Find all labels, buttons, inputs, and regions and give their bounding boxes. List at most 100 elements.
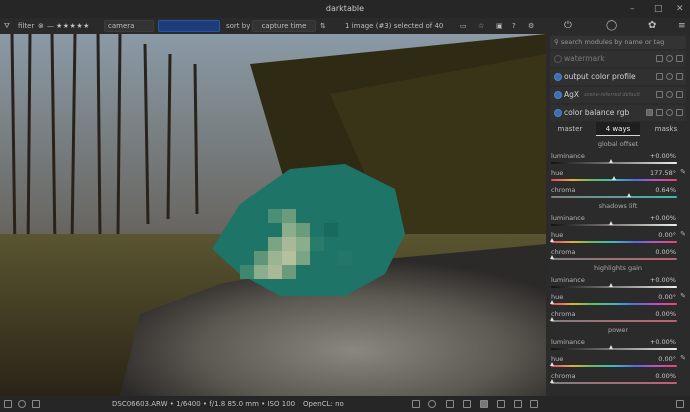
gamut-check-icon[interactable] [497,400,505,408]
slider-marker[interactable] [550,379,554,383]
slider-value: 0.00% [655,310,676,318]
module-power-icon[interactable] [554,91,562,99]
module-name: color balance rgb [564,108,630,117]
circle-icon[interactable]: ◯ [606,18,617,34]
color-picker-icon[interactable]: ✎ [680,230,686,238]
close-icon[interactable]: ✕ [676,0,684,18]
reset-icon[interactable] [666,55,673,62]
slider-marker[interactable] [550,362,554,366]
color-assessment-icon[interactable] [428,400,436,408]
slider-marker[interactable] [609,159,613,163]
slider-marker[interactable] [550,238,554,242]
slider-global-chroma[interactable]: chroma 0.64% [551,185,682,201]
slider-power-hue[interactable]: hue 0.00° ✎ [550,354,686,370]
overlay-icon[interactable]: ▭ [460,18,467,34]
module-watermark[interactable]: watermark [550,51,686,67]
mask-icon[interactable] [646,109,653,116]
multi-instance-icon[interactable] [656,73,663,80]
slider-shadows-chroma[interactable]: chroma 0.00% [550,247,682,263]
camera-value-field[interactable] [158,20,220,32]
module-color-balance-rgb[interactable]: color balance rgb [550,105,686,121]
minimize-icon[interactable]: – [630,0,635,18]
settings-gear-icon[interactable]: ⚙ [528,18,534,34]
tab-master[interactable]: master [550,122,590,136]
reject-icon[interactable]: ⊗ [38,18,44,34]
color-picker-icon[interactable]: ✎ [680,292,686,300]
power-icon[interactable]: ⏻ [564,18,572,34]
raw-overexposed-icon[interactable] [446,400,454,408]
preferences-icon[interactable]: ▣ [496,18,503,34]
module-power-icon[interactable] [554,55,562,63]
slider-global-luminance[interactable]: luminance +0.00% [551,151,682,167]
slider-highlights-luminance[interactable]: luminance +0.00% [551,275,682,291]
filter-icon[interactable]: ⛛ [4,18,10,34]
slider-value: 0.00% [655,248,676,256]
module-agx[interactable]: AgX scene-referred default [550,87,686,103]
snapshot-icon[interactable] [32,400,40,408]
slider-power-luminance[interactable]: luminance +0.00% [551,337,682,353]
focus-peaking-icon[interactable] [412,400,420,408]
styles-icon[interactable] [18,400,26,408]
slider-highlights-chroma[interactable]: chroma 0.00% [550,309,682,325]
slider-highlights-hue[interactable]: hue 0.00° ✎ [550,292,686,308]
module-power-icon[interactable] [554,109,562,117]
reset-icon[interactable] [666,73,673,80]
slider-track [551,382,677,384]
module-name: output color profile [564,72,636,81]
slider-value: +0.00% [649,214,676,222]
rating-stars[interactable]: ★★★★★ [56,18,90,34]
slider-marker[interactable] [612,176,616,180]
presets-icon[interactable] [676,55,683,62]
slider-marker[interactable] [609,283,613,287]
slider-track [551,348,677,350]
color-picker-icon[interactable]: ✎ [680,354,686,362]
section-power-title: power [607,326,629,334]
help-icon[interactable]: ? [512,18,516,34]
slider-power-chroma[interactable]: chroma 0.00% [550,371,682,387]
slider-marker[interactable] [550,300,554,304]
hamburger-icon[interactable]: ≡ [678,18,686,34]
camera-field[interactable]: camera [104,20,154,32]
multi-instance-icon[interactable] [656,109,663,116]
slider-marker[interactable] [627,193,631,197]
slider-track [551,258,677,260]
slider-marker[interactable] [550,317,554,321]
maximize-icon[interactable]: □ [654,0,663,18]
slider-shadows-luminance[interactable]: luminance +0.00% [551,213,682,229]
slider-marker[interactable] [609,221,613,225]
module-search-input[interactable]: ⚲ search modules by name or tag [550,36,686,49]
multi-instance-icon[interactable] [656,91,663,98]
slider-global-hue[interactable]: hue 177.58° ✎ [551,168,686,184]
window-title: darktable [325,4,365,13]
multi-instance-icon[interactable] [656,55,663,62]
sort-dropdown[interactable]: capture time [252,20,316,32]
guides-icon[interactable] [514,400,522,408]
quick-access-icon[interactable] [4,400,12,408]
tab-4-ways[interactable]: 4 ways [596,122,640,136]
search-placeholder: search modules by name or tag [560,38,665,46]
module-output-color-profile[interactable]: output color profile [550,69,686,85]
softproof-icon[interactable] [480,400,488,408]
selection-count: 1 image (#3) selected of 40 [345,22,444,30]
display-profile-icon[interactable] [530,400,538,408]
star-icon[interactable]: ☆ [478,18,484,34]
tab-masks[interactable]: masks [646,122,686,136]
presets-icon[interactable] [676,109,683,116]
sort-label: sort by [226,22,251,30]
palette-icon[interactable]: ✿ [648,18,656,34]
presets-icon[interactable] [676,73,683,80]
toggle-panel-icon[interactable] [676,400,684,408]
slider-marker[interactable] [550,255,554,259]
reset-icon[interactable] [666,109,673,116]
image-canvas[interactable] [0,34,546,396]
module-power-icon[interactable] [554,73,562,81]
color-picker-icon[interactable]: ✎ [680,168,686,176]
reset-icon[interactable] [666,91,673,98]
presets-icon[interactable] [676,91,683,98]
clipping-icon[interactable] [463,400,471,408]
slider-shadows-hue[interactable]: hue 0.00° ✎ [550,230,686,246]
sort-order-icon[interactable]: ⇅ [320,18,326,34]
opencl-status: OpenCL: no [303,400,344,408]
slider-value: +0.00% [649,276,676,284]
slider-marker[interactable] [609,345,613,349]
